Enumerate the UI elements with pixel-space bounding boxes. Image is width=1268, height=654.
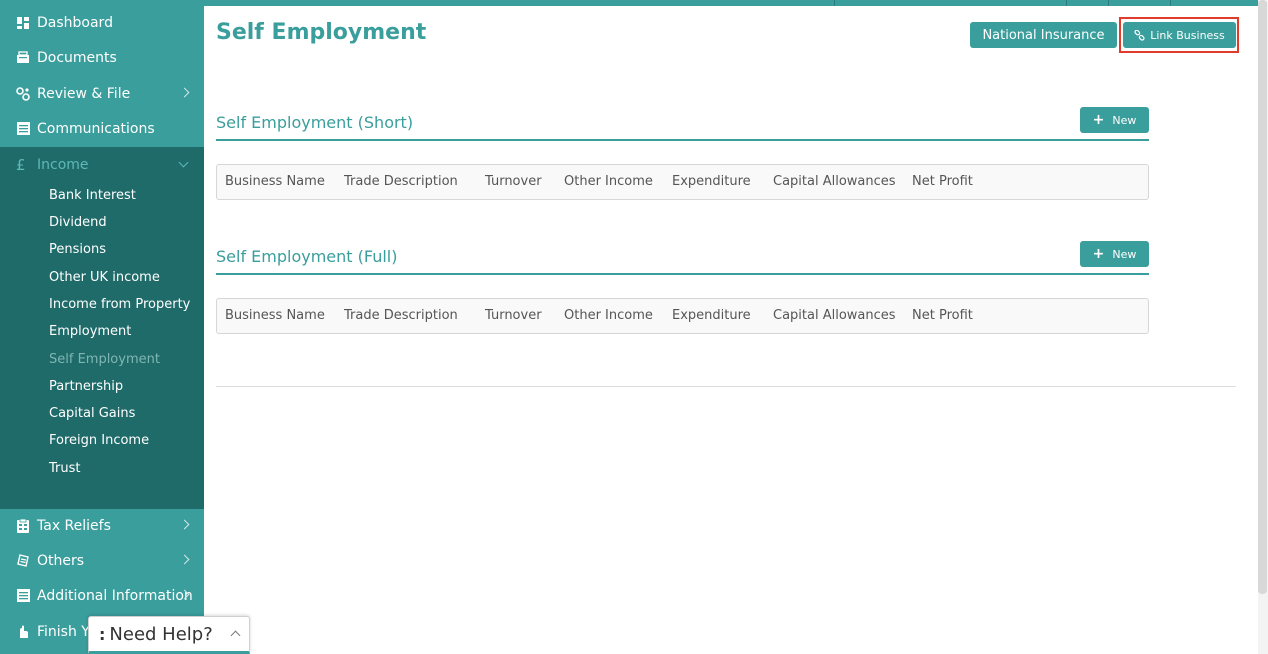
chevron-right-icon xyxy=(179,87,190,98)
sidebar-item-label: Additional Information xyxy=(37,587,193,604)
tax-reliefs-icon xyxy=(16,518,30,533)
others-icon xyxy=(16,554,30,568)
sidebar-item-dividend[interactable]: Dividend xyxy=(49,215,107,230)
chevron-right-icon xyxy=(179,519,190,530)
new-button-label: New xyxy=(1112,113,1137,127)
sidebar-item-income-from-property[interactable]: Income from Property xyxy=(49,297,190,312)
scrollbar-thumb[interactable] xyxy=(1258,0,1267,594)
column-header[interactable]: Capital Allowances xyxy=(773,174,896,189)
sidebar-item-additional-information[interactable]: Additional Information xyxy=(0,578,204,613)
need-help-label: Need Help? xyxy=(109,623,213,645)
sidebar-item-trust[interactable]: Trust xyxy=(49,461,80,476)
sidebar-item-label: Review & File xyxy=(37,85,131,102)
link-business-label: Link Business xyxy=(1150,28,1225,42)
national-insurance-button[interactable]: National Insurance xyxy=(970,22,1117,48)
dashboard-icon xyxy=(16,16,30,30)
column-header[interactable]: Turnover xyxy=(485,308,542,323)
review-icon xyxy=(16,86,30,101)
short-table-header: Business Name Trade Description Turnover… xyxy=(216,164,1149,200)
column-header[interactable]: Other Income xyxy=(564,174,653,189)
header-divider xyxy=(1066,0,1067,6)
section-title-full: Self Employment (Full) xyxy=(216,247,398,266)
top-header-strip xyxy=(204,0,1258,6)
section-title-short: Self Employment (Short) xyxy=(216,113,414,132)
new-button-label: New xyxy=(1112,247,1137,261)
column-header[interactable]: Net Profit xyxy=(912,174,973,189)
finish-icon xyxy=(16,625,30,639)
sidebar-item-self-employment[interactable]: Self Employment xyxy=(49,352,160,367)
plus-icon: + xyxy=(1092,246,1105,262)
sidebar-item-label: Communications xyxy=(37,120,155,137)
sidebar-item-label: Others xyxy=(37,552,85,569)
sidebar-item-other-uk-income[interactable]: Other UK income xyxy=(49,270,160,285)
header-divider xyxy=(1170,0,1171,6)
column-header[interactable]: Net Profit xyxy=(912,308,973,323)
column-header[interactable]: Business Name xyxy=(225,174,325,189)
sidebar-item-others[interactable]: Others xyxy=(0,543,204,578)
sidebar-item-income[interactable]: £ Income xyxy=(0,147,204,182)
chevron-right-icon xyxy=(179,554,190,565)
plus-icon: + xyxy=(1092,112,1105,128)
sidebar-item-label: Income xyxy=(37,156,89,173)
new-short-button[interactable]: + New xyxy=(1080,107,1149,133)
header-divider xyxy=(834,0,835,6)
column-header[interactable]: Expenditure xyxy=(672,174,751,189)
full-table-header: Business Name Trade Description Turnover… xyxy=(216,298,1149,334)
sidebar-item-review-file[interactable]: Review & File xyxy=(0,76,204,111)
sidebar-item-label: Documents xyxy=(37,49,117,66)
column-header[interactable]: Other Income xyxy=(564,308,653,323)
column-header[interactable]: Expenditure xyxy=(672,308,751,323)
income-submenu: £ Income Bank Interest Dividend Pensions… xyxy=(0,147,204,509)
sidebar-item-partnership[interactable]: Partnership xyxy=(49,379,123,394)
new-full-button[interactable]: + New xyxy=(1080,241,1149,267)
column-header[interactable]: Capital Allowances xyxy=(773,308,896,323)
sidebar-item-bank-interest[interactable]: Bank Interest xyxy=(49,188,136,203)
column-header[interactable]: Business Name xyxy=(225,308,325,323)
sidebar-item-communications[interactable]: Communications xyxy=(0,111,204,146)
section-divider xyxy=(216,139,1149,141)
link-business-button[interactable]: Link Business xyxy=(1123,22,1236,48)
sidebar-item-tax-reliefs[interactable]: Tax Reliefs xyxy=(0,508,204,543)
help-dots: : xyxy=(99,624,106,644)
content-divider xyxy=(216,386,1236,387)
sidebar-item-dashboard[interactable]: Dashboard xyxy=(0,5,204,40)
sidebar-item-foreign-income[interactable]: Foreign Income xyxy=(49,433,149,448)
sidebar-item-label: Tax Reliefs xyxy=(37,517,111,534)
section-divider xyxy=(216,273,1149,275)
column-header[interactable]: Trade Description xyxy=(344,308,458,323)
page-title: Self Employment xyxy=(216,20,427,45)
additional-info-icon xyxy=(16,589,30,603)
header-divider xyxy=(1108,0,1109,6)
sidebar-item-capital-gains[interactable]: Capital Gains xyxy=(49,406,135,421)
sidebar: Dashboard Documents Review & File Commun… xyxy=(0,0,204,654)
sidebar-item-label: Dashboard xyxy=(37,14,113,31)
communications-icon xyxy=(16,122,30,136)
chevron-down-icon xyxy=(178,157,189,168)
documents-icon xyxy=(16,51,30,65)
sidebar-item-employment[interactable]: Employment xyxy=(49,324,131,339)
chevron-up-icon xyxy=(230,630,241,641)
link-icon xyxy=(1134,29,1145,41)
need-help-widget[interactable]: : Need Help? xyxy=(88,616,250,654)
column-header[interactable]: Turnover xyxy=(485,174,542,189)
sidebar-item-pensions[interactable]: Pensions xyxy=(49,242,106,257)
column-header[interactable]: Trade Description xyxy=(344,174,458,189)
pound-icon: £ xyxy=(16,155,26,174)
sidebar-item-documents[interactable]: Documents xyxy=(0,40,204,75)
